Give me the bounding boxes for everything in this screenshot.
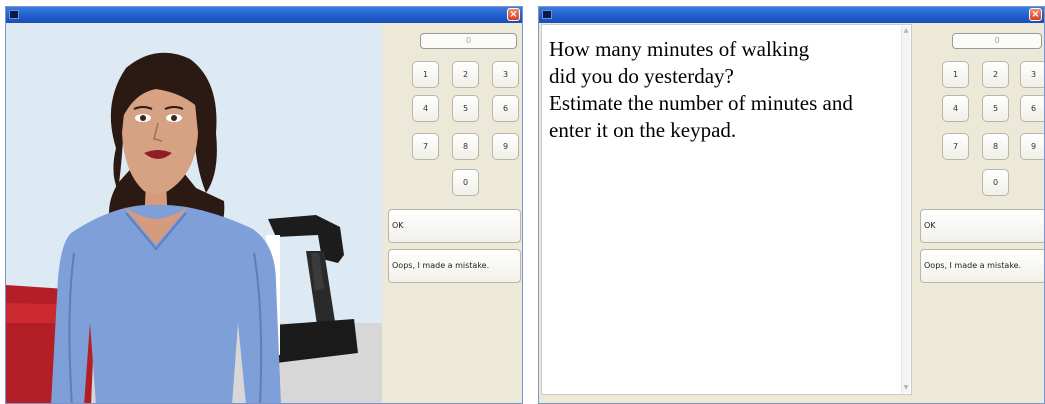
keypad-panel: 0 1 2 3 4 5 6 7 8 9 0 OK Oops, I made a … xyxy=(382,23,522,403)
mistake-button[interactable]: Oops, I made a mistake. xyxy=(920,249,1044,283)
key-0[interactable]: 0 xyxy=(452,169,479,196)
avatar-window: × 0 1 2 3 4 5 6 7 8 9 0 OK Oops, I made … xyxy=(5,6,523,404)
key-9[interactable]: 9 xyxy=(492,133,519,160)
virtual-coach-illustration xyxy=(6,23,382,403)
mistake-button[interactable]: Oops, I made a mistake. xyxy=(388,249,521,283)
question-line: did you do yesterday? xyxy=(549,64,734,88)
key-6[interactable]: 6 xyxy=(1020,95,1044,122)
number-display: 0 xyxy=(420,33,517,49)
key-7[interactable]: 7 xyxy=(412,133,439,160)
key-1[interactable]: 1 xyxy=(942,61,969,88)
ok-button[interactable]: OK xyxy=(388,209,521,243)
number-display: 0 xyxy=(952,33,1042,49)
key-8[interactable]: 8 xyxy=(452,133,479,160)
question-window: × How many minutes of walking did you do… xyxy=(538,6,1045,404)
scroll-up-icon[interactable]: ▲ xyxy=(903,28,909,34)
question-text: How many minutes of walking did you do y… xyxy=(549,36,899,144)
key-7[interactable]: 7 xyxy=(942,133,969,160)
avatar-scene xyxy=(6,23,382,403)
window-icon xyxy=(9,10,19,19)
title-bar: × xyxy=(539,7,1044,23)
question-line: Estimate the number of minutes and xyxy=(549,91,853,115)
question-line: How many minutes of walking xyxy=(549,37,810,61)
key-2[interactable]: 2 xyxy=(452,61,479,88)
key-5[interactable]: 5 xyxy=(452,95,479,122)
key-1[interactable]: 1 xyxy=(412,61,439,88)
key-4[interactable]: 4 xyxy=(412,95,439,122)
close-icon[interactable]: × xyxy=(507,8,520,21)
key-0[interactable]: 0 xyxy=(982,169,1009,196)
close-icon[interactable]: × xyxy=(1029,8,1042,21)
key-3[interactable]: 3 xyxy=(1020,61,1044,88)
title-bar: × xyxy=(6,7,522,23)
question-text-area: How many minutes of walking did you do y… xyxy=(541,24,912,395)
key-2[interactable]: 2 xyxy=(982,61,1009,88)
key-8[interactable]: 8 xyxy=(982,133,1009,160)
ok-button[interactable]: OK xyxy=(920,209,1044,243)
key-6[interactable]: 6 xyxy=(492,95,519,122)
key-4[interactable]: 4 xyxy=(942,95,969,122)
scroll-down-icon[interactable]: ▼ xyxy=(903,385,909,391)
vertical-scrollbar[interactable]: ▲ ▼ xyxy=(901,26,910,393)
key-5[interactable]: 5 xyxy=(982,95,1009,122)
key-9[interactable]: 9 xyxy=(1020,133,1044,160)
question-line: enter it on the keypad. xyxy=(549,118,737,142)
window-icon xyxy=(542,10,552,19)
keypad-panel: 0 1 2 3 4 5 6 7 8 9 0 OK Oops, I made a … xyxy=(916,23,1044,403)
key-3[interactable]: 3 xyxy=(492,61,519,88)
